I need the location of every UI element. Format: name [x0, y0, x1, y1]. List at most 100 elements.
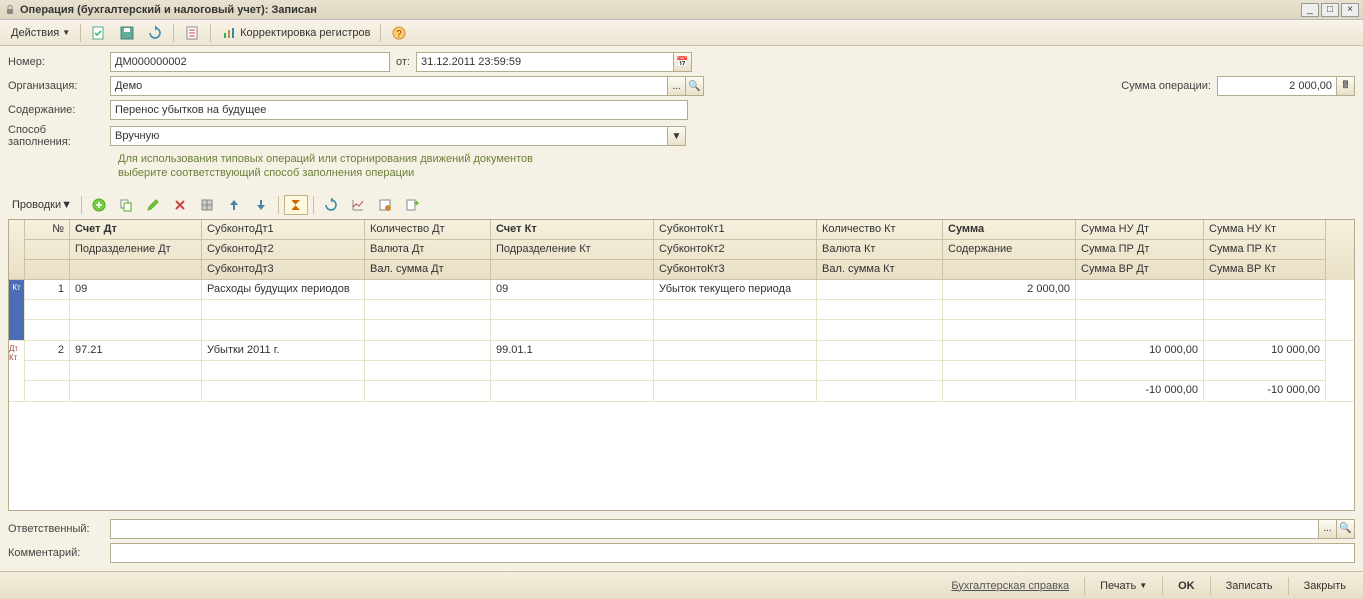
correction-button[interactable]: Корректировка регистров: [216, 23, 375, 43]
grid-header: № Счет ДтПодразделение Дт СубконтоДт1Суб…: [9, 220, 1354, 280]
chart-button[interactable]: [346, 195, 370, 215]
comment-label: Комментарий:: [8, 547, 110, 559]
arrow-down-icon: [253, 197, 269, 213]
calendar-icon: 📅: [676, 57, 688, 68]
col-qty-dt[interactable]: Количество Дт: [365, 220, 491, 240]
footer-bar: Бухгалтерская справка Печать▼ OK Записат…: [0, 571, 1363, 599]
search-icon: 🔍: [1339, 523, 1351, 534]
export-button[interactable]: [400, 195, 424, 215]
sum-label: Сумма операции:: [1121, 80, 1211, 92]
refresh-button[interactable]: [142, 23, 168, 43]
col-sub-dt1[interactable]: СубконтоДт1: [202, 220, 365, 240]
chevron-down-icon: ▼: [1139, 581, 1147, 590]
sum-input[interactable]: 2 000,00: [1217, 76, 1337, 96]
copy-row-button[interactable]: [114, 195, 138, 215]
col-acct-dt[interactable]: Счет Дт: [70, 220, 202, 240]
responsible-search-button[interactable]: 🔍: [1337, 519, 1355, 539]
grid-icon: [199, 197, 215, 213]
method-hint: Для использования типовых операций или с…: [118, 152, 1355, 181]
pencil-icon: [145, 197, 161, 213]
entries-menu[interactable]: Проводки ▼: [8, 195, 76, 215]
number-label: Номер:: [8, 56, 110, 68]
col-n[interactable]: №: [25, 220, 70, 240]
plus-circle-icon: [91, 197, 107, 213]
actions-label: Действия: [11, 27, 59, 39]
col-qty-kt[interactable]: Количество Кт: [817, 220, 943, 240]
arrow-up-icon: [226, 197, 242, 213]
delete-row-button[interactable]: [168, 195, 192, 215]
bottom-form: Ответственный: ... 🔍 Комментарий:: [0, 513, 1363, 573]
ok-button[interactable]: OK: [1169, 576, 1204, 596]
table-row[interactable]: Кт 1 09 Расходы будущих периодов 09 Убыт…: [9, 280, 1354, 341]
edit-row-button[interactable]: [141, 195, 165, 215]
print-menu[interactable]: Печать▼: [1091, 576, 1156, 596]
save-icon: [119, 25, 135, 41]
number-input[interactable]: ДМ000000002: [110, 52, 390, 72]
lock-icon: [4, 4, 16, 16]
org-input[interactable]: Демо: [110, 76, 668, 96]
method-select[interactable]: Вручную: [110, 126, 668, 146]
row-marker: Дт Кт: [9, 341, 25, 401]
table-row[interactable]: Дт Кт 2 97.21 Убытки 2011 г. 99.01.1 10 …: [9, 341, 1354, 402]
document-check-icon: [91, 25, 107, 41]
grid-toolbar: Проводки ▼: [0, 193, 1363, 217]
sigma-button[interactable]: [284, 195, 308, 215]
content-input[interactable]: Перенос убытков на будущее: [110, 100, 688, 120]
close-button[interactable]: ×: [1341, 3, 1359, 17]
row-marker: Кт: [9, 280, 25, 340]
org-search-button[interactable]: 🔍: [686, 76, 704, 96]
copy-icon: [118, 197, 134, 213]
export-icon: [404, 197, 420, 213]
refresh-icon: [147, 25, 163, 41]
help-button[interactable]: ?: [386, 23, 412, 43]
grid-icon-button[interactable]: [195, 195, 219, 215]
grid-body[interactable]: Кт 1 09 Расходы будущих периодов 09 Убыт…: [9, 280, 1354, 510]
col-sub-kt1[interactable]: СубконтоКт1: [654, 220, 817, 240]
org-label: Организация:: [8, 80, 110, 92]
main-toolbar: Действия ▼ Корректировка регистров ?: [0, 20, 1363, 46]
save-button[interactable]: [114, 23, 140, 43]
chevron-down-icon: ▼: [61, 199, 72, 211]
report-link[interactable]: Бухгалтерская справка: [942, 576, 1078, 596]
chart-line-icon: [350, 197, 366, 213]
save-footer-button[interactable]: Записать: [1217, 576, 1282, 596]
titlebar: Операция (бухгалтерский и налоговый учет…: [0, 0, 1363, 20]
maximize-button[interactable]: □: [1321, 3, 1339, 17]
comment-input[interactable]: [110, 543, 1355, 563]
x-icon: [172, 197, 188, 213]
date-label: от:: [396, 56, 410, 68]
settings-grid-button[interactable]: [373, 195, 397, 215]
calculator-icon: 🖩: [1343, 78, 1349, 95]
refresh-grid-button[interactable]: [319, 195, 343, 215]
move-down-button[interactable]: [249, 195, 273, 215]
method-label: Способ заполнения:: [8, 124, 110, 148]
minimize-button[interactable]: _: [1301, 3, 1319, 17]
org-select-button[interactable]: ...: [668, 76, 686, 96]
sum-calc-button[interactable]: 🖩: [1337, 76, 1355, 96]
entries-grid: № Счет ДтПодразделение Дт СубконтоДт1Суб…: [8, 219, 1355, 511]
close-footer-button[interactable]: Закрыть: [1295, 576, 1355, 596]
responsible-label: Ответственный:: [8, 523, 110, 535]
col-acct-kt[interactable]: Счет Кт: [491, 220, 654, 240]
content-label: Содержание:: [8, 104, 110, 116]
search-icon: 🔍: [688, 81, 700, 92]
report-icon: [184, 25, 200, 41]
refresh-icon: [323, 197, 339, 213]
entries-label: Проводки: [12, 199, 61, 211]
col-sum-nu-dt[interactable]: Сумма НУ Дт: [1076, 220, 1204, 240]
responsible-select-button[interactable]: ...: [1319, 519, 1337, 539]
chart-icon: [221, 25, 237, 41]
col-sum[interactable]: Сумма: [943, 220, 1076, 240]
method-dropdown-button[interactable]: ▼: [668, 126, 686, 146]
actions-menu[interactable]: Действия ▼: [6, 23, 75, 43]
col-sum-nu-kt[interactable]: Сумма НУ Кт: [1204, 220, 1326, 240]
post-button[interactable]: [86, 23, 112, 43]
chevron-down-icon: ▼: [62, 28, 70, 37]
responsible-input[interactable]: [110, 519, 1319, 539]
date-picker-button[interactable]: 📅: [674, 52, 692, 72]
add-row-button[interactable]: [87, 195, 111, 215]
date-input[interactable]: 31.12.2011 23:59:59: [416, 52, 674, 72]
sigma-icon: [288, 197, 304, 213]
move-up-button[interactable]: [222, 195, 246, 215]
report-button[interactable]: [179, 23, 205, 43]
